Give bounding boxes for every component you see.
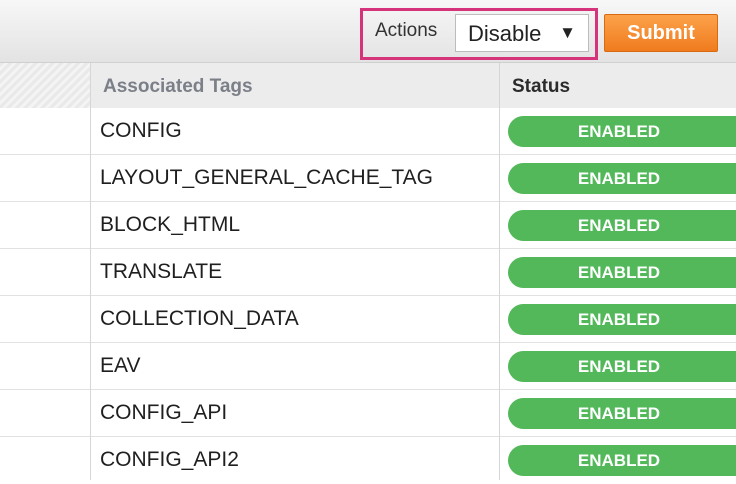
table-row[interactable]: COLLECTION_DATA ENABLED bbox=[0, 296, 736, 343]
table-header: Associated Tags Status bbox=[0, 63, 736, 109]
table-row[interactable]: BLOCK_HTML ENABLED bbox=[0, 202, 736, 249]
tag-cell: CONFIG_API bbox=[100, 401, 228, 424]
column-header-status[interactable]: Status bbox=[512, 76, 570, 98]
status-badge: ENABLED bbox=[508, 257, 736, 288]
column-divider bbox=[90, 63, 91, 480]
column-divider bbox=[499, 63, 500, 480]
table-row[interactable]: CONFIG_API2 ENABLED bbox=[0, 437, 736, 484]
actions-select-value: Disable bbox=[468, 21, 542, 46]
tag-cell: CONFIG bbox=[100, 119, 182, 142]
tag-cell: COLLECTION_DATA bbox=[100, 307, 299, 330]
status-badge: ENABLED bbox=[508, 163, 736, 194]
table-row[interactable]: TRANSLATE ENABLED bbox=[0, 249, 736, 296]
table-row[interactable]: CONFIG ENABLED bbox=[0, 108, 736, 155]
column-header-associated-tags[interactable]: Associated Tags bbox=[103, 76, 253, 98]
submit-button[interactable]: Submit bbox=[604, 14, 718, 52]
tag-cell: CONFIG_API2 bbox=[100, 448, 239, 471]
table-row[interactable]: EAV ENABLED bbox=[0, 343, 736, 390]
tag-cell: TRANSLATE bbox=[100, 260, 223, 283]
status-badge: ENABLED bbox=[508, 445, 736, 476]
tag-cell: BLOCK_HTML bbox=[100, 213, 241, 236]
dropdown-arrow-icon: ▼ bbox=[559, 23, 576, 42]
status-badge: ENABLED bbox=[508, 351, 736, 382]
status-badge: ENABLED bbox=[508, 398, 736, 429]
status-badge: ENABLED bbox=[508, 116, 736, 147]
tag-cell: EAV bbox=[100, 354, 141, 377]
table-row[interactable]: CONFIG_API ENABLED bbox=[0, 390, 736, 437]
table-row[interactable]: LAYOUT_GENERAL_CACHE_TAG ENABLED bbox=[0, 155, 736, 202]
status-badge: ENABLED bbox=[508, 210, 736, 241]
tag-cell: LAYOUT_GENERAL_CACHE_TAG bbox=[100, 166, 433, 189]
header-spacer bbox=[0, 63, 90, 108]
actions-select[interactable]: Disable ▼ bbox=[455, 14, 589, 52]
actions-label: Actions bbox=[375, 20, 438, 41]
status-badge: ENABLED bbox=[508, 304, 736, 335]
